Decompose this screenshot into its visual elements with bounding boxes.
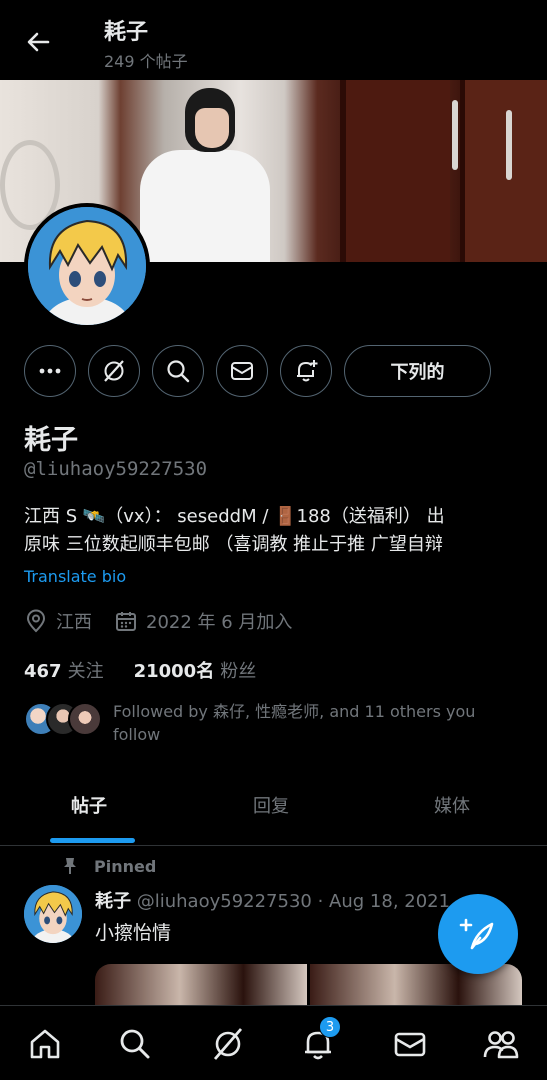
join-date: 2022 年 6 月加入	[114, 608, 292, 634]
tweet-avatar[interactable]	[24, 885, 82, 943]
banner-person-body	[140, 150, 270, 262]
bio-line: 江西 S 🛰️（vx）： seseddM / 🚪188（送福利） 出	[24, 506, 445, 527]
tab-media[interactable]: 媒体	[434, 792, 470, 818]
banner-door-handle	[452, 100, 458, 170]
more-icon	[39, 368, 61, 374]
mail-icon	[231, 362, 253, 380]
pinned-text: Pinned	[94, 856, 157, 876]
tweet-author-name[interactable]: 耗子	[95, 891, 131, 912]
compose-feather-icon	[459, 918, 494, 950]
search-nav-icon[interactable]	[115, 1024, 155, 1064]
back-arrow-icon[interactable]	[22, 26, 54, 58]
tab-replies[interactable]: 回复	[253, 792, 289, 818]
search-icon	[167, 360, 190, 383]
messages-icon[interactable]	[390, 1024, 430, 1064]
grok-icon	[104, 360, 124, 382]
page-title: 耗子	[104, 20, 149, 45]
join-date-text: 2022 年 6 月加入	[146, 612, 293, 633]
notify-button[interactable]	[280, 345, 332, 397]
tweet-media[interactable]	[95, 964, 522, 1009]
banner-person-face	[195, 108, 229, 148]
bio-line: 原味 三位数起顺丰包邮 （喜调教 推止于推 广望自辩	[24, 534, 443, 555]
grok-nav-icon[interactable]	[208, 1024, 248, 1064]
profile-avatar[interactable]	[24, 203, 150, 329]
active-tab-indicator	[50, 838, 135, 843]
followed-by[interactable]: Followed by 森仔, 性瘾老师, and 11 others you …	[24, 700, 524, 748]
followers-label: 粉丝	[220, 661, 257, 682]
profile-handle: @liuhaoy59227530	[24, 458, 208, 480]
home-icon[interactable]	[25, 1024, 65, 1064]
calendar-icon	[116, 612, 136, 631]
more-options-button[interactable]	[24, 345, 76, 397]
post-count: 249 个帖子	[104, 52, 188, 71]
followers-count: 21000名	[133, 661, 215, 682]
tweet-image[interactable]	[95, 964, 307, 1009]
pin-icon	[64, 858, 76, 874]
tweet-date: · Aug 18, 2021	[317, 891, 451, 912]
following-button[interactable]: 下列的	[344, 345, 491, 397]
profile-meta: 江西 2022 年 6 月加入	[24, 607, 314, 635]
bell-plus-icon	[297, 360, 318, 382]
message-button[interactable]	[216, 345, 268, 397]
notification-badge: 3	[319, 1016, 341, 1038]
following-label: 关注	[67, 661, 104, 682]
followers-stat[interactable]: 21000名 粉丝	[134, 657, 257, 683]
bottom-navigation: 3	[0, 1005, 547, 1080]
tweet-header: 耗子 @liuhaoy59227530 · Aug 18, 2021	[95, 887, 450, 913]
profile-name: 耗子	[24, 425, 78, 456]
profile-bio: 江西 S 🛰️（vx）： seseddM / 🚪188（送福利） 出 原味 三位…	[24, 503, 524, 559]
follow-stats: 467 关注 21000名 粉丝	[24, 657, 286, 683]
banner-door-left	[340, 80, 450, 262]
communities-icon[interactable]	[481, 1024, 521, 1064]
following-stat[interactable]: 467 关注	[24, 657, 104, 683]
profile-actions: 下列的	[24, 345, 524, 397]
banner-door-handle	[506, 110, 512, 180]
top-bar: 耗子 249 个帖子	[0, 0, 547, 80]
location: 江西	[24, 608, 92, 634]
followed-by-text: Followed by 森仔, 性瘾老师, and 11 others you …	[113, 702, 476, 744]
compose-post-button[interactable]	[438, 894, 518, 974]
location-text: 江西	[56, 612, 92, 633]
following-count: 467	[24, 661, 62, 682]
grok-button[interactable]	[88, 345, 140, 397]
follower-avatar	[68, 702, 102, 736]
search-profile-button[interactable]	[152, 345, 204, 397]
tweet-author-handle: @liuhaoy59227530	[136, 891, 312, 912]
tab-posts[interactable]: 帖子	[71, 792, 107, 818]
banner-door-right	[460, 80, 547, 262]
translate-bio-link[interactable]: Translate bio	[24, 567, 126, 586]
pinned-label: Pinned	[60, 856, 156, 876]
profile-tabs: 帖子 回复 媒体	[0, 770, 547, 846]
location-pin-icon	[26, 609, 46, 633]
tweet-text: 小擦怡情	[95, 922, 172, 944]
